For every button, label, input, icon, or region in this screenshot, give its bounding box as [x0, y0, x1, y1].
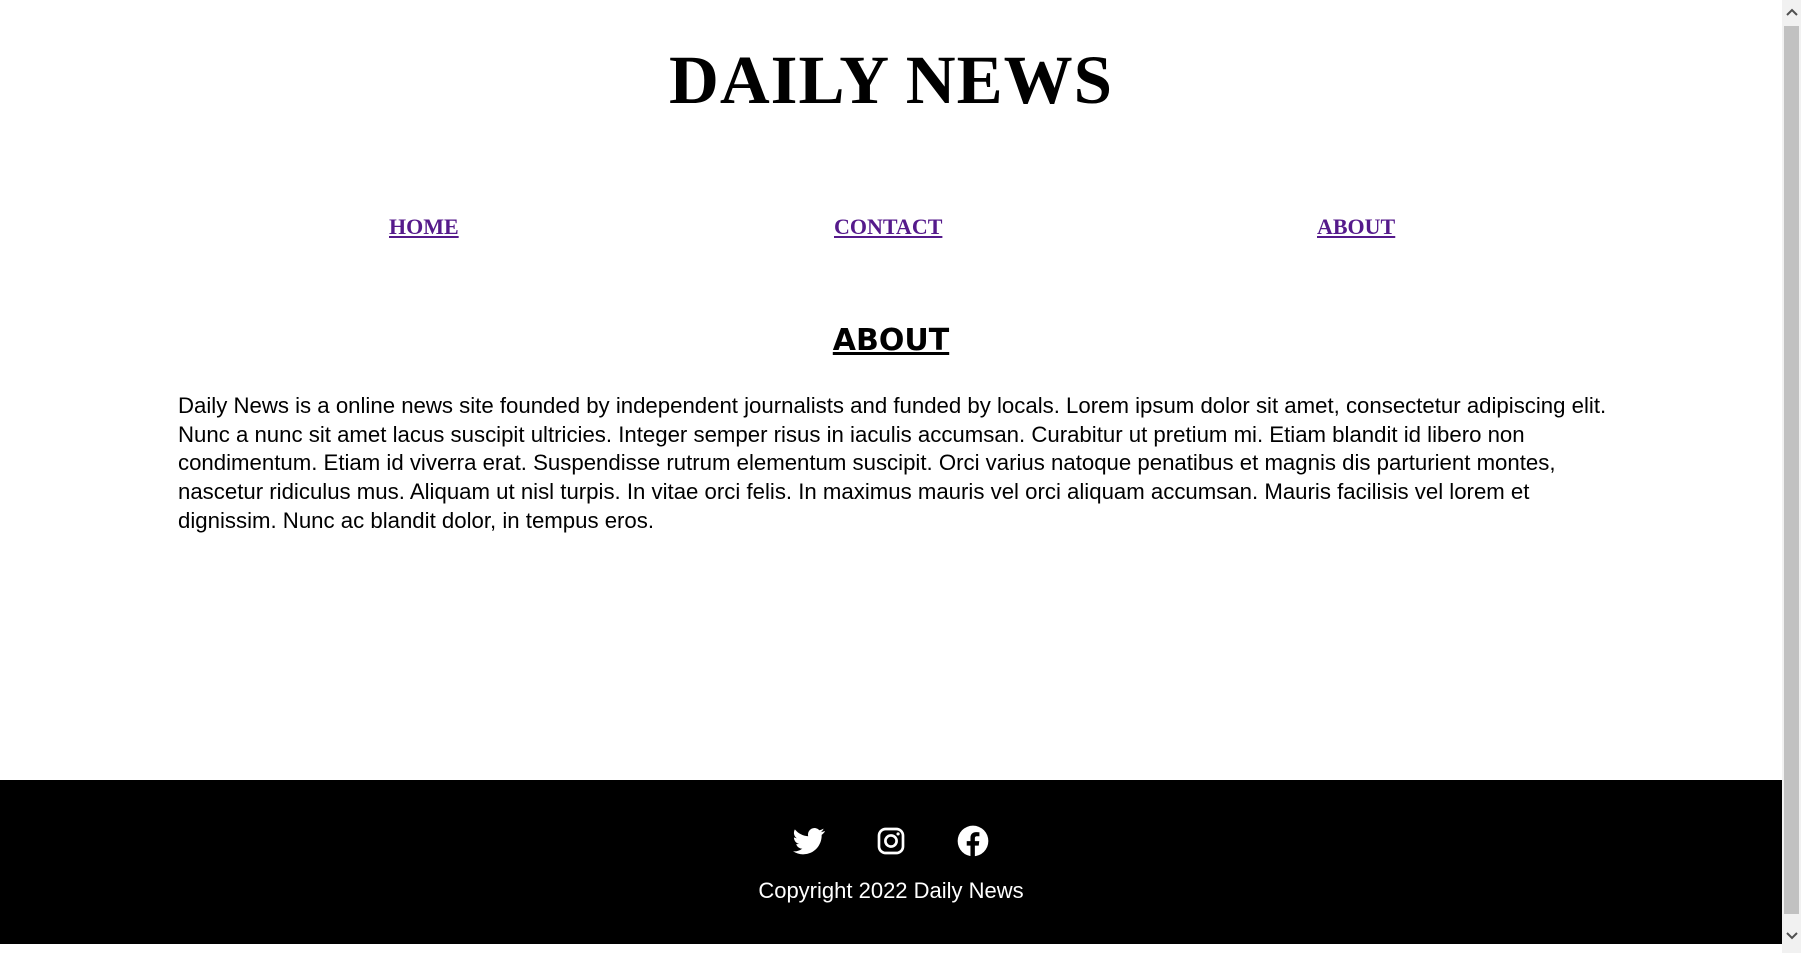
scroll-down-arrow-icon[interactable]: [1782, 926, 1801, 946]
nav-link-contact[interactable]: CONTACT: [834, 213, 942, 241]
facebook-icon[interactable]: [957, 825, 989, 857]
site-title: DAILY NEWS: [669, 42, 1113, 118]
page: DAILY NEWS HOME CONTACT ABOUT ABOUT Dail…: [0, 0, 1782, 953]
scroll-up-arrow-icon[interactable]: [1782, 2, 1801, 22]
nav-link-home[interactable]: HOME: [389, 213, 459, 241]
page-bottom-margin: [0, 944, 1782, 953]
vertical-scrollbar[interactable]: [1782, 0, 1801, 953]
twitter-icon[interactable]: [793, 825, 825, 857]
section-heading: ABOUT: [832, 323, 950, 358]
scrollbar-thumb[interactable]: [1784, 26, 1799, 914]
instagram-icon[interactable]: [875, 825, 907, 857]
copyright-text: Copyright 2022 Daily News: [758, 878, 1024, 903]
site-footer: Copyright 2022 Daily News: [0, 780, 1782, 944]
social-links: [0, 825, 1782, 861]
nav-link-about[interactable]: ABOUT: [1317, 213, 1395, 241]
about-paragraph: Daily News is a online news site founded…: [178, 393, 1607, 533]
